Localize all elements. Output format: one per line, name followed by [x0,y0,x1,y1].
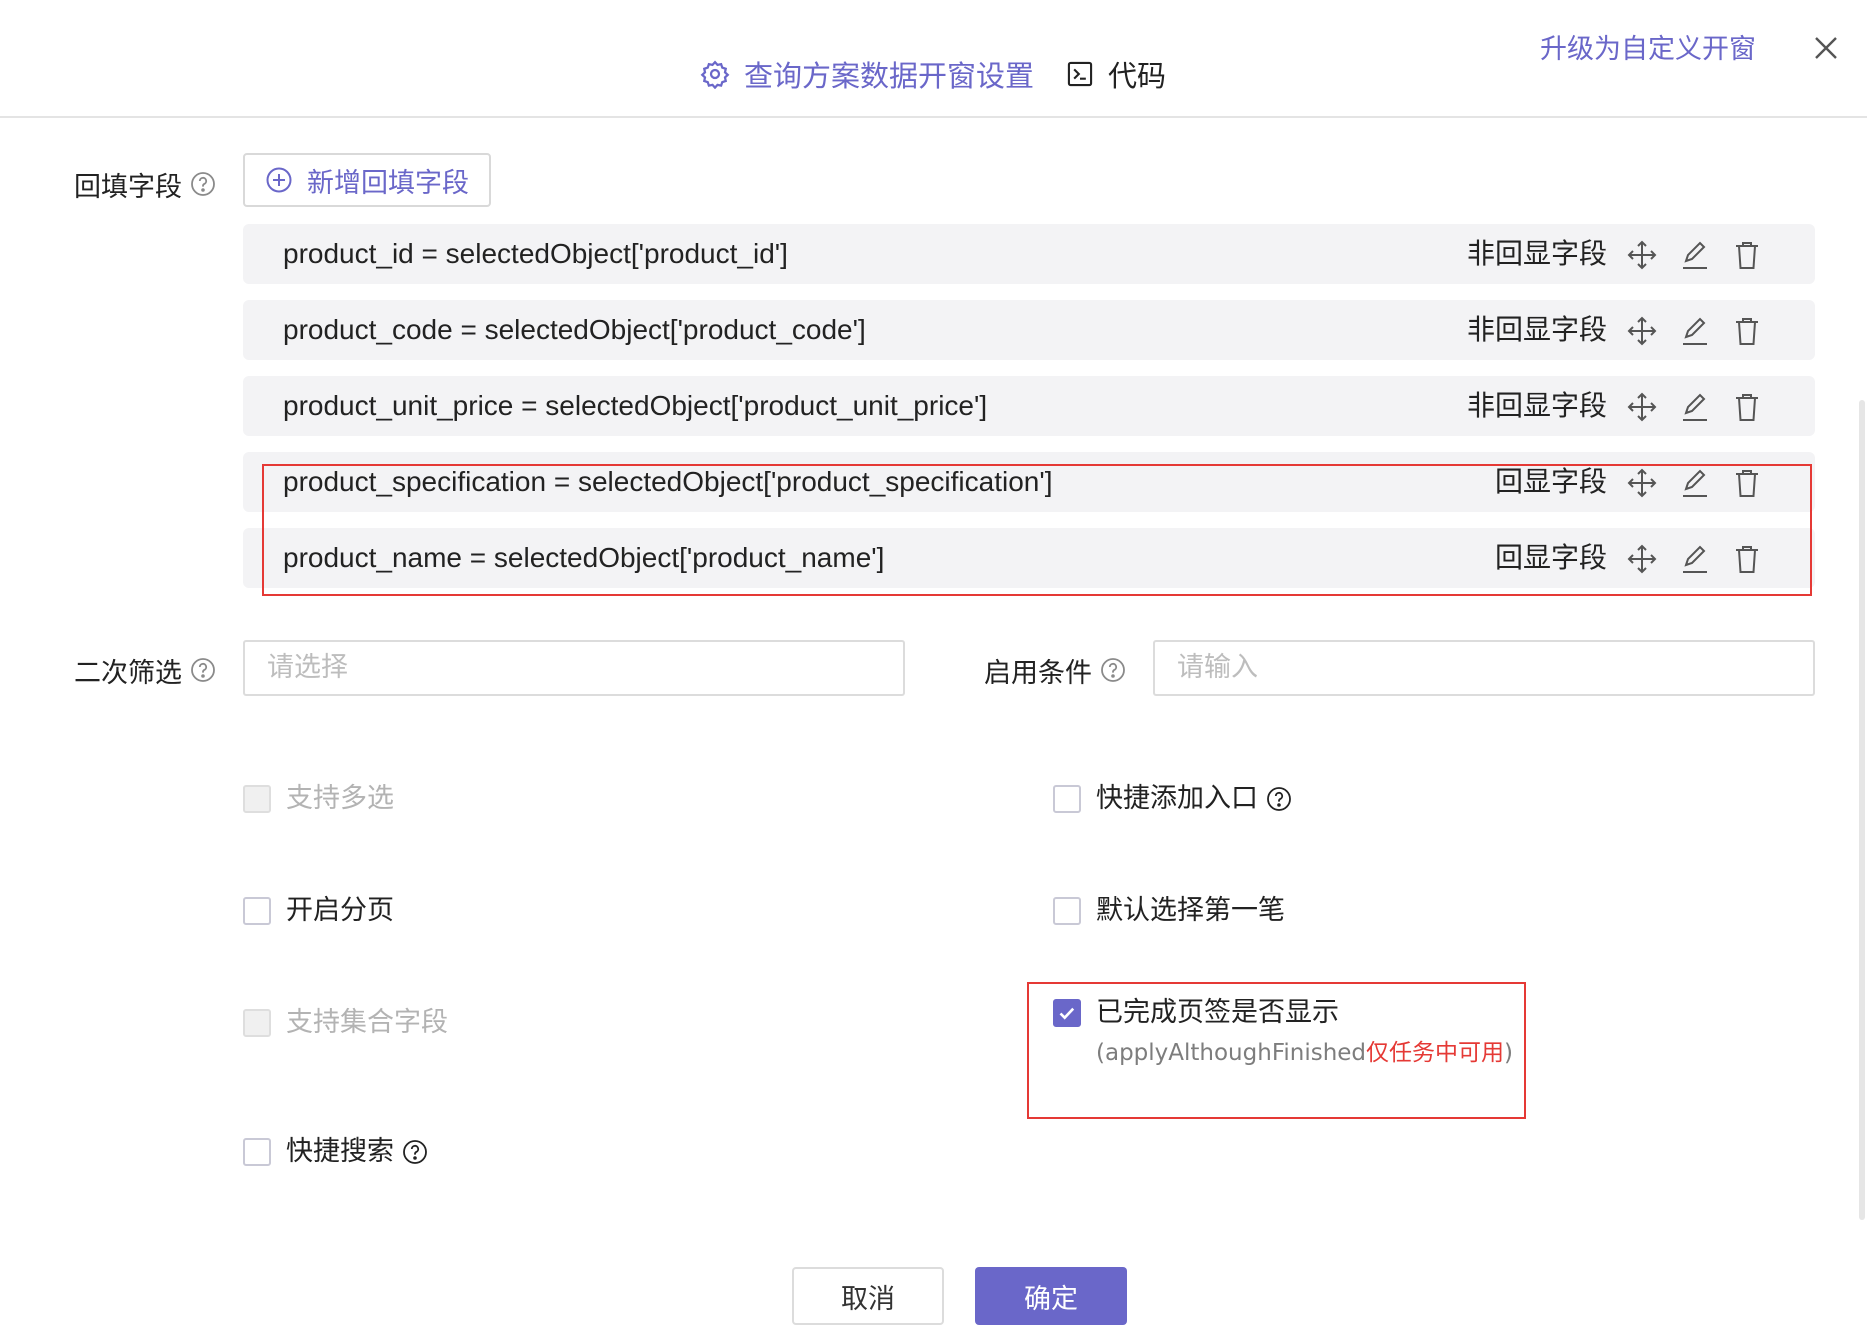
enable-condition-label: 启用条件 [984,646,1126,694]
multi-select-label: 支持多选 [286,783,394,814]
delete-icon[interactable] [1731,239,1763,271]
secondary-filter-select[interactable]: 请选择 [243,640,905,696]
edit-icon[interactable] [1679,239,1711,271]
add-backfill-field-button[interactable]: 新增回填字段 [243,153,491,207]
edit-icon[interactable] [1679,391,1711,423]
quick-add-checkbox[interactable] [1053,785,1081,813]
move-icon[interactable] [1626,239,1658,271]
default-first-checkbox[interactable] [1053,897,1081,925]
backfill-row-tag: 非回显字段 [1466,237,1607,270]
backfill-row-tag: 非回显字段 [1466,313,1607,346]
backfill-row[interactable]: product_id = selectedObject['product_id'… [243,224,1815,284]
edit-icon[interactable] [1679,315,1711,347]
backfill-label: 回填字段 [74,160,216,208]
default-first-label[interactable]: 默认选择第一笔 [1096,891,1285,931]
quick-add-option[interactable]: 快捷添加入口 [1096,779,1292,819]
upgrade-custom-window-link[interactable]: 升级为自定义开窗 [1540,28,1756,72]
backfill-row-expression: product_code = selectedObject['product_c… [283,314,866,345]
secondary-filter-label: 二次筛选 [74,646,216,694]
help-icon[interactable] [190,657,216,683]
enable-condition-input[interactable]: 请输入 [1153,640,1815,696]
highlight-box-finished-tab [1027,982,1526,1119]
backfill-row-expression: product_id = selectedObject['product_id'… [283,238,788,269]
tab-settings[interactable]: 查询方案数据开窗设置 [700,50,1034,98]
confirm-button[interactable]: 确定 [975,1267,1127,1325]
paging-label[interactable]: 开启分页 [286,891,394,931]
add-backfill-field-label: 新增回填字段 [307,167,469,199]
cancel-button[interactable]: 取消 [792,1267,944,1325]
paging-checkbox[interactable] [243,897,271,925]
terminal-icon [1067,61,1093,87]
tab-code[interactable]: 代码 [1066,50,1166,98]
collection-field-checkbox [243,1009,271,1037]
backfill-row[interactable]: product_code = selectedObject['product_c… [243,300,1815,360]
quick-add-label: 快捷添加入口 [1096,783,1258,814]
multi-select-checkbox [243,785,271,813]
help-icon[interactable] [1266,786,1292,812]
backfill-row-tag: 非回显字段 [1466,389,1607,422]
quick-search-checkbox[interactable] [243,1138,271,1166]
tab-settings-label: 查询方案数据开窗设置 [744,59,1035,93]
delete-icon[interactable] [1731,315,1763,347]
enable-condition-label-text: 启用条件 [984,657,1092,689]
backfill-row[interactable]: product_unit_price = selectedObject['pro… [243,376,1815,436]
gear-icon [700,60,730,89]
secondary-filter-label-text: 二次筛选 [74,657,182,689]
scrollbar[interactable] [1859,400,1865,1220]
collection-field-label: 支持集合字段 [286,1007,448,1038]
help-icon[interactable] [402,1139,428,1165]
plus-circle-icon [266,167,292,193]
backfill-row-expression: product_unit_price = selectedObject['pro… [283,390,988,421]
tab-code-label: 代码 [1108,59,1167,93]
backfill-label-text: 回填字段 [74,171,182,203]
move-icon[interactable] [1626,315,1658,347]
delete-icon[interactable] [1731,391,1763,423]
help-icon[interactable] [190,171,216,197]
quick-search-option[interactable]: 快捷搜索 [286,1132,428,1172]
close-button[interactable] [1806,28,1846,68]
move-icon[interactable] [1626,391,1658,423]
close-icon [1815,37,1837,59]
help-icon[interactable] [1100,657,1126,683]
highlight-box-echo-rows [262,464,1812,596]
quick-search-label: 快捷搜索 [286,1136,394,1167]
